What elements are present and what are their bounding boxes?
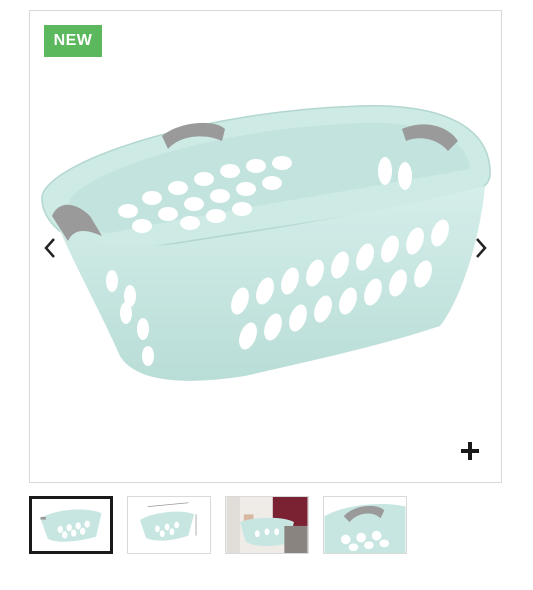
thumbnail-basket-in-use[interactable] xyxy=(225,496,309,554)
thumbnail-basket-front[interactable] xyxy=(29,496,113,554)
chevron-left-icon xyxy=(44,238,55,258)
thumbnail-basket-dimensions[interactable] xyxy=(127,496,211,554)
previous-image-button[interactable] xyxy=(38,236,62,260)
handle-detail-thumbnail-image xyxy=(324,503,406,553)
thumbnail-basket-handle-detail[interactable] xyxy=(323,496,407,554)
basket-thumbnail-image xyxy=(40,509,102,542)
dimensions-thumbnail-image xyxy=(140,502,197,541)
product-image-viewer: NEW xyxy=(29,10,502,483)
plus-icon xyxy=(461,442,479,460)
lifestyle-thumbnail-image xyxy=(226,497,308,553)
product-image[interactable] xyxy=(30,11,501,482)
next-image-button[interactable] xyxy=(469,236,493,260)
chevron-right-icon xyxy=(476,238,487,258)
zoom-button[interactable] xyxy=(459,440,481,462)
